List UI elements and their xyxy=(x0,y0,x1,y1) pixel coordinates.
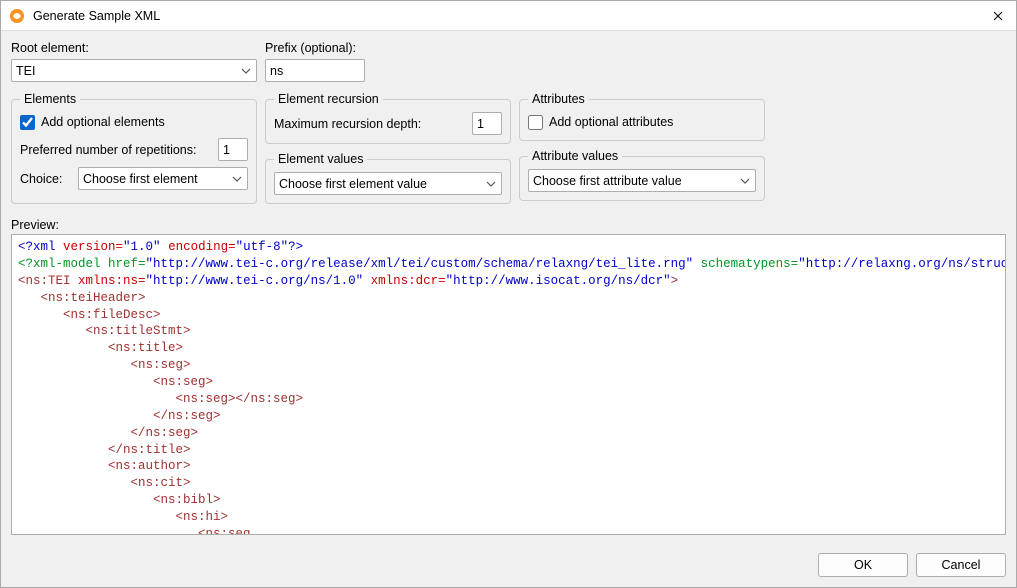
preview-label: Preview: xyxy=(11,218,1006,232)
preview-box[interactable]: <?xml version="1.0" encoding="utf-8"?> <… xyxy=(11,234,1006,535)
attribute-values-group: Attribute values Choose first attribute … xyxy=(519,149,765,201)
app-icon xyxy=(9,8,25,24)
element-values-group: Element values Choose first element valu… xyxy=(265,152,511,204)
element-values-select[interactable]: Choose first element value xyxy=(274,172,502,195)
dialog-title: Generate Sample XML xyxy=(33,9,980,23)
close-button[interactable] xyxy=(980,1,1016,31)
cancel-button[interactable]: Cancel xyxy=(916,553,1006,577)
root-element-label: Root element: xyxy=(11,41,257,55)
attribute-values-legend: Attribute values xyxy=(528,149,622,163)
button-row: OK Cancel xyxy=(1,545,1016,587)
ok-button[interactable]: OK xyxy=(818,553,908,577)
preferred-repetitions-input[interactable] xyxy=(218,138,248,161)
root-element-select[interactable]: TEI xyxy=(11,59,257,82)
prefix-label: Prefix (optional): xyxy=(265,41,365,55)
elements-legend: Elements xyxy=(20,92,80,106)
preferred-repetitions-label: Preferred number of repetitions: xyxy=(20,143,196,157)
max-recursion-depth-label: Maximum recursion depth: xyxy=(274,117,421,131)
elements-group: Elements Add optional elements Preferred… xyxy=(11,92,257,204)
element-recursion-group: Element recursion Maximum recursion dept… xyxy=(265,92,511,144)
title-bar: Generate Sample XML xyxy=(1,1,1016,31)
attribute-values-select[interactable]: Choose first attribute value xyxy=(528,169,756,192)
add-optional-attributes-checkbox[interactable] xyxy=(528,115,543,130)
element-recursion-legend: Element recursion xyxy=(274,92,383,106)
add-optional-elements-checkbox[interactable] xyxy=(20,115,35,130)
choice-label: Choice: xyxy=(20,172,70,186)
prefix-input[interactable] xyxy=(265,59,365,82)
add-optional-attributes-label[interactable]: Add optional attributes xyxy=(549,115,673,129)
choice-select[interactable]: Choose first element xyxy=(78,167,248,190)
attributes-group: Attributes Add optional attributes xyxy=(519,92,765,141)
dialog-content: Root element: TEI Prefix (optional): Ele… xyxy=(1,31,1016,545)
max-recursion-depth-input[interactable] xyxy=(472,112,502,135)
element-values-legend: Element values xyxy=(274,152,367,166)
add-optional-elements-label[interactable]: Add optional elements xyxy=(41,115,165,129)
attributes-legend: Attributes xyxy=(528,92,589,106)
dialog-window: Generate Sample XML Root element: TEI Pr… xyxy=(0,0,1017,588)
